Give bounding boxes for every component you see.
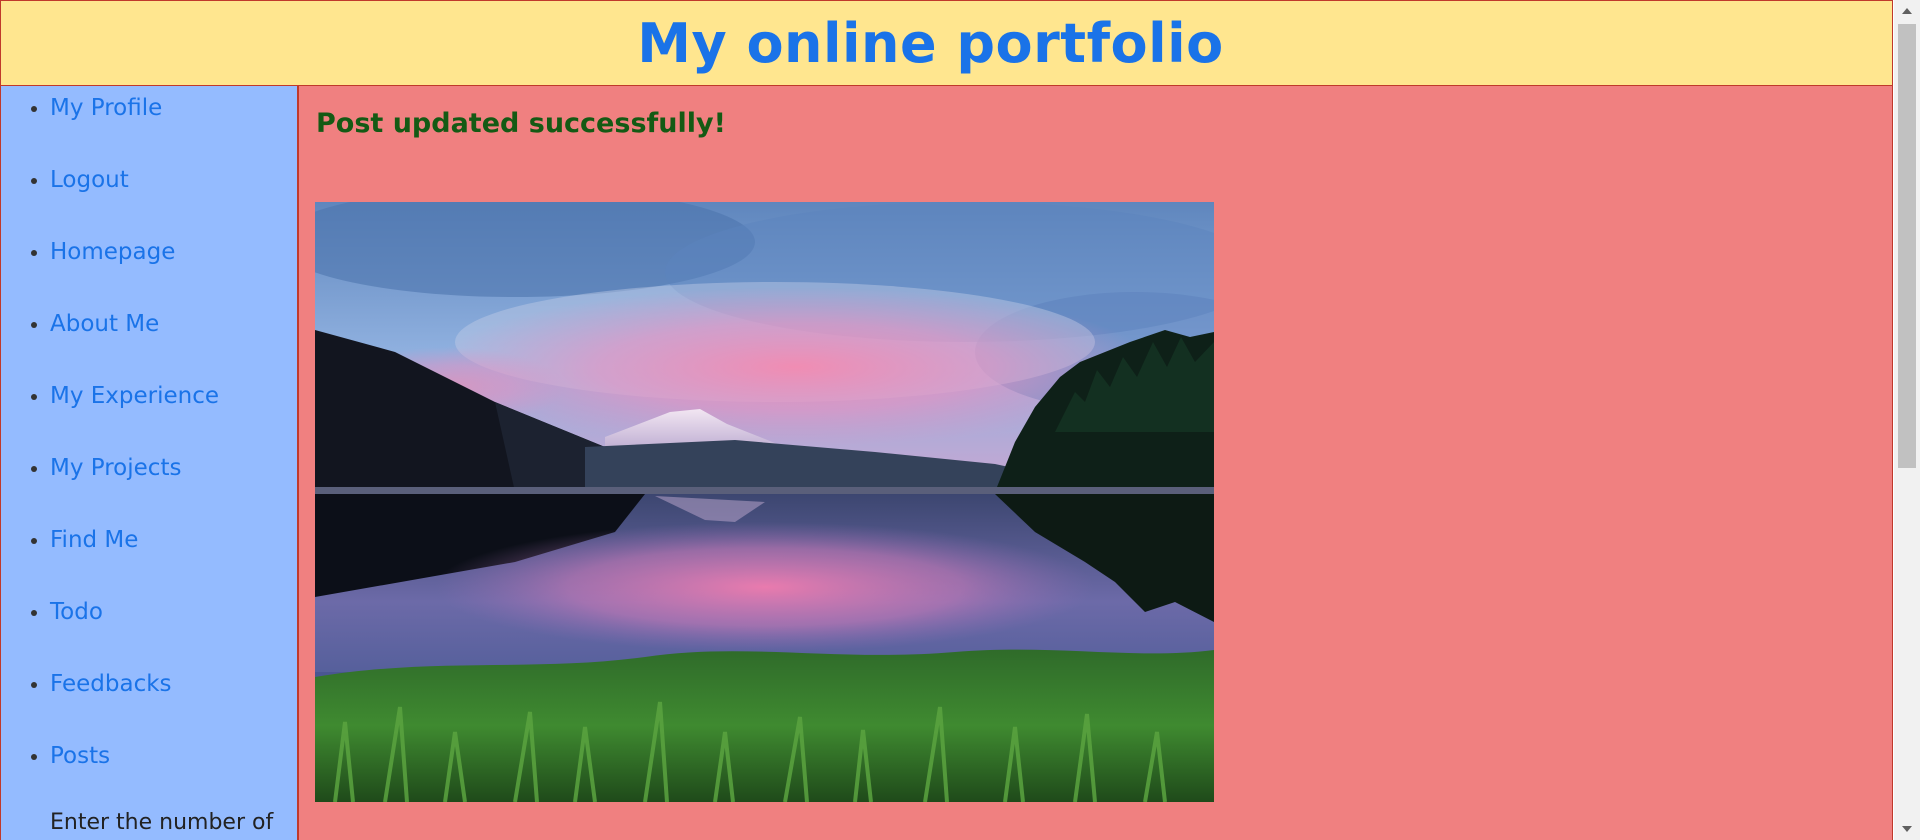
main-content: Post updated successfully! (299, 86, 1893, 840)
scroll-down-arrow-icon[interactable] (1894, 818, 1920, 840)
sidebar-item-homepage: Homepage (50, 230, 297, 302)
nav-link-find-me[interactable]: Find Me (50, 527, 138, 553)
sidebar-item-about-me: About Me (50, 302, 297, 374)
post-image (315, 202, 1214, 802)
nav-link-feedbacks[interactable]: Feedbacks (50, 671, 172, 697)
sidebar-note-text: Enter the number of (50, 810, 274, 835)
sidebar-item-my-profile: My Profile (50, 86, 297, 158)
sidebar-nav: My Profile Logout Homepage About Me My E… (0, 86, 299, 840)
nav-link-my-projects[interactable]: My Projects (50, 455, 181, 481)
nav-link-posts[interactable]: Posts (50, 743, 110, 769)
sidebar-item-my-experience: My Experience (50, 374, 297, 446)
nav-list: My Profile Logout Homepage About Me My E… (1, 86, 297, 806)
sidebar-item-logout: Logout (50, 158, 297, 230)
nav-link-my-experience[interactable]: My Experience (50, 383, 219, 409)
nav-link-todo[interactable]: Todo (50, 599, 103, 625)
nav-link-logout[interactable]: Logout (50, 167, 129, 193)
sidebar-item-posts: Posts (50, 734, 297, 806)
sidebar-item-todo: Todo (50, 590, 297, 662)
sidebar-item-feedbacks: Feedbacks (50, 662, 297, 734)
nav-link-about-me[interactable]: About Me (50, 311, 159, 337)
page-scrollbar[interactable] (1894, 0, 1920, 840)
status-message: Post updated successfully! (316, 108, 726, 139)
sidebar-item-my-projects: My Projects (50, 446, 297, 518)
site-header: My online portfolio (0, 0, 1893, 86)
scroll-up-arrow-icon[interactable] (1894, 0, 1920, 22)
landscape-photo-svg (315, 202, 1214, 802)
site-title: My online portfolio (637, 11, 1224, 75)
nav-link-my-profile[interactable]: My Profile (50, 95, 162, 121)
sidebar-item-find-me: Find Me (50, 518, 297, 590)
nav-link-homepage[interactable]: Homepage (50, 239, 175, 265)
scroll-thumb[interactable] (1898, 24, 1916, 468)
